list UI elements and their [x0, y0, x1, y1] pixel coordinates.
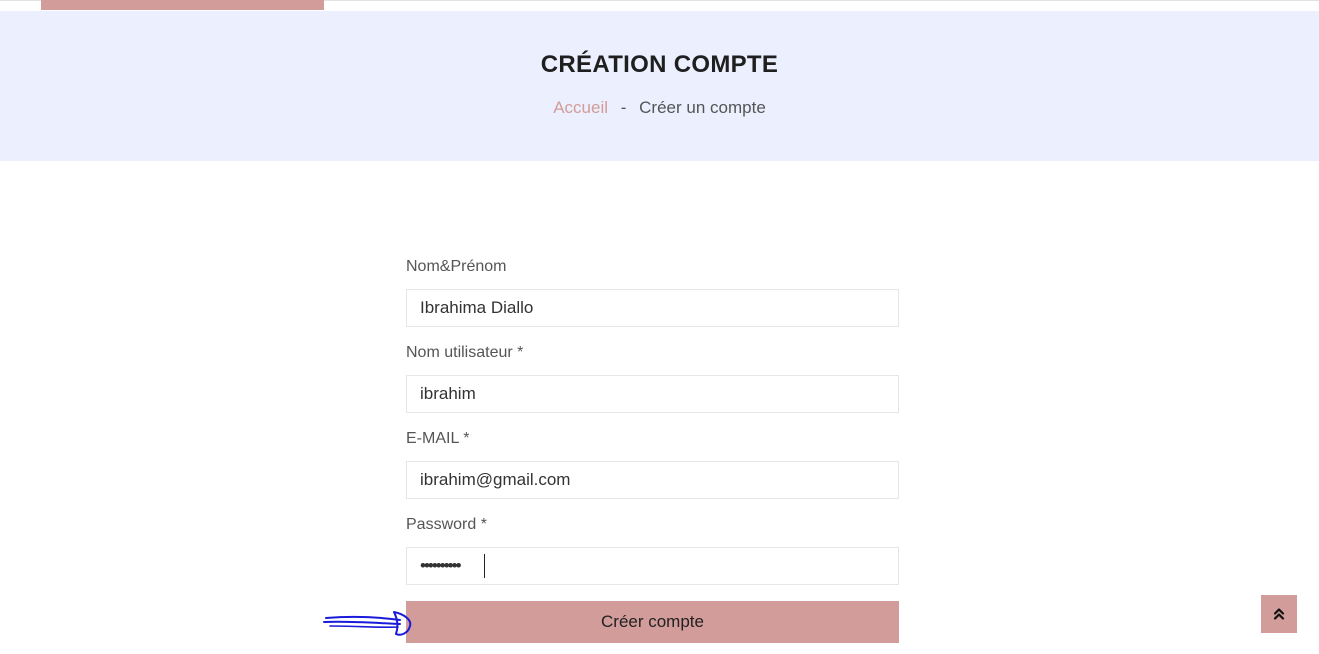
fullname-label: Nom&Prénom	[406, 258, 507, 275]
double-chevron-up-icon	[1273, 608, 1285, 620]
username-label: Nom utilisateur *	[406, 344, 524, 361]
email-label: E-MAIL *	[406, 430, 470, 447]
username-input[interactable]	[406, 375, 899, 413]
email-input[interactable]	[406, 461, 899, 499]
breadcrumb-home-link[interactable]: Accueil	[553, 98, 608, 117]
page-banner: CRÉATION COMPTE Accueil - Créer un compt…	[0, 11, 1319, 161]
scroll-to-top-button[interactable]	[1261, 595, 1297, 633]
breadcrumb: Accueil - Créer un compte	[0, 98, 1319, 118]
password-label: Password *	[406, 516, 487, 533]
hand-drawn-arrow-icon	[323, 611, 412, 636]
page-title: CRÉATION COMPTE	[540, 51, 779, 78]
active-nav-indicator	[41, 0, 324, 10]
create-account-button[interactable]: Créer compte	[406, 601, 899, 643]
breadcrumb-current: Créer un compte	[639, 98, 766, 117]
fullname-input[interactable]	[406, 289, 899, 327]
breadcrumb-separator: -	[620, 98, 627, 117]
password-input[interactable]	[406, 547, 899, 585]
text-caret	[484, 554, 485, 578]
